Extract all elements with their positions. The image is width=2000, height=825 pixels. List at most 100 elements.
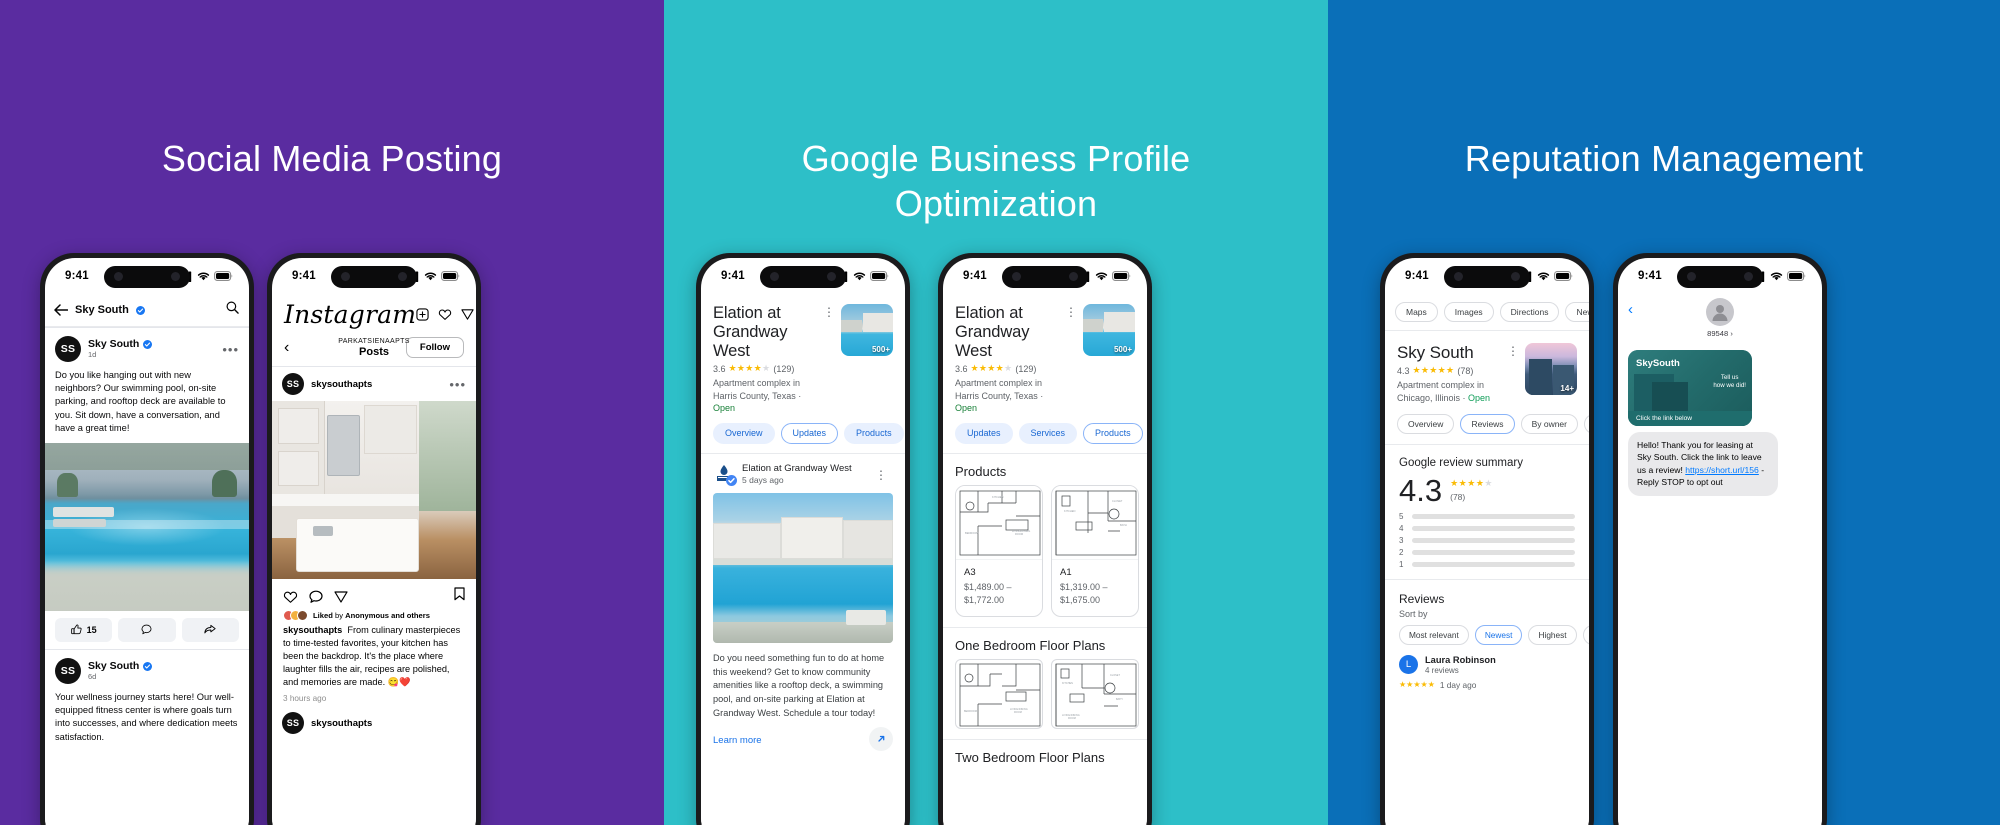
more-options-icon[interactable]: ⋮ [1059, 304, 1083, 414]
tab-reviews[interactable]: Reviews [1460, 413, 1515, 434]
sort-highest[interactable]: Highest [1528, 624, 1577, 645]
rating-row: 3.6 ★★★★★ (129) [713, 363, 817, 374]
svg-text:ROOM: ROOM [1015, 532, 1023, 536]
floor-plan-card[interactable]: KITCHEN CLOSET BATH LIVING/DINING ROOM [1051, 658, 1139, 729]
star-rating-icon: ★★★★★ [728, 363, 771, 374]
floor-plan-image: KITCHEN CLOSET BATH [1052, 485, 1138, 560]
product-card[interactable]: BEDROOM LIVING/DINING ROOM KITCHEN A3 $1,48… [955, 484, 1043, 617]
sms-review-link[interactable]: https://short.url/156 [1685, 465, 1759, 475]
sort-chips: Most relevant Newest Highest Lowest [1385, 624, 1589, 655]
reviewer-name[interactable]: Laura Robinson [1425, 655, 1496, 665]
bookmark-icon[interactable] [454, 587, 465, 601]
battery-icon [870, 271, 889, 281]
back-arrow-icon[interactable] [54, 304, 68, 316]
sms-contact-number[interactable]: 89548 › [1707, 329, 1733, 338]
chip-directions[interactable]: Directions [1499, 302, 1560, 322]
product-card[interactable]: KITCHEN CLOSET BATH A1 $1,319.00 – $1,675.… [1051, 484, 1139, 617]
contact-avatar-icon[interactable] [1706, 298, 1734, 326]
post-text: Do you like hanging out with new neighbo… [55, 370, 226, 433]
tab-services[interactable]: Services [1018, 422, 1078, 444]
heart-icon[interactable] [283, 590, 298, 604]
more-options-icon[interactable]: ••• [449, 377, 466, 392]
sort-most-relevant[interactable]: Most relevant [1399, 624, 1469, 645]
verified-badge-icon [143, 661, 153, 671]
post-photo-kitchen[interactable] [272, 401, 476, 579]
tab-products[interactable]: Products [1584, 413, 1589, 434]
star-rating-icon: ★★★★★ [970, 363, 1013, 374]
back-chevron-icon[interactable]: ‹ [284, 339, 289, 356]
more-options-icon[interactable]: ⋮ [869, 467, 893, 481]
products-carousel[interactable]: BEDROOM LIVING/DINING ROOM KITCHEN A3 $1,48… [943, 484, 1147, 627]
liked-by-name[interactable]: Anonymous [345, 611, 389, 620]
comment-icon[interactable] [309, 590, 323, 604]
tab-updates[interactable]: Updates [780, 422, 839, 444]
one-bedroom-carousel[interactable]: BEDROOM LIVING/DINING ROOM KITCHEN CLOSET BA… [943, 658, 1147, 739]
chip-news[interactable]: News [1565, 302, 1589, 322]
sort-newest[interactable]: Newest [1474, 624, 1523, 645]
post-author-name[interactable]: Sky South [88, 660, 139, 672]
sort-lowest[interactable]: Lowest [1582, 624, 1589, 645]
tab-updates[interactable]: Updates [955, 422, 1013, 444]
section-one-bedroom: One Bedroom Floor Plans [955, 637, 1106, 653]
share-button[interactable] [181, 617, 239, 642]
review-summary-score: 4.3 ★★★★★ (78) [1385, 475, 1589, 506]
share-button[interactable] [869, 726, 893, 751]
sms-rich-card[interactable]: SkySouth Tell us how we did! Click the l… [1628, 350, 1752, 426]
more-options-icon[interactable]: ⋮ [817, 304, 841, 414]
tab-products[interactable]: Products [844, 422, 904, 444]
post-account-handle[interactable]: skysouthapts [311, 379, 372, 390]
sms-card-subtitle: Click the link below [1628, 411, 1752, 426]
dynamic-island [760, 266, 846, 288]
direct-message-icon[interactable] [461, 308, 474, 321]
comment-icon [141, 625, 152, 635]
search-icon[interactable] [226, 301, 239, 314]
post-author-name[interactable]: Sky South [88, 338, 139, 350]
comment-button[interactable] [118, 617, 176, 642]
follow-button[interactable]: Follow [405, 337, 464, 358]
business-photo-thumbnail[interactable]: 500+ [841, 304, 893, 356]
rating-value: 3.6 [955, 363, 968, 374]
post-timestamp: 3 hours ago [283, 694, 327, 704]
chevron-right-icon: › [1730, 329, 1733, 338]
more-options-icon[interactable]: ⋮ [1501, 343, 1525, 404]
tab-products[interactable]: Products [1083, 422, 1143, 444]
business-photo-thumbnail[interactable]: 14+ [1525, 343, 1577, 395]
post-photo-pool[interactable] [45, 442, 249, 611]
like-icon [70, 624, 82, 635]
histogram-row-4: 4 [1399, 524, 1575, 533]
caption-handle[interactable]: skysouthapts [283, 625, 342, 635]
heart-icon[interactable] [438, 308, 452, 321]
histogram-label: 5 [1399, 511, 1404, 521]
business-photo-thumbnail[interactable]: 500+ [1083, 304, 1135, 356]
floor-plan-card[interactable]: BEDROOM LIVING/DINING ROOM [955, 658, 1043, 729]
share-icon[interactable] [334, 590, 348, 604]
reviews-heading: Reviews [1399, 591, 1445, 606]
status-time: 9:41 [1638, 270, 1662, 282]
tab-by-owner[interactable]: By owner [1520, 413, 1578, 434]
tab-overview[interactable]: Overview [1397, 413, 1455, 434]
like-button[interactable]: 15 [55, 617, 113, 642]
facebook-post: SS Sky South 1d ••• Do you like hanging … [45, 328, 249, 435]
marketing-banner: Social Media Posting 9:41 Sky South SS S… [0, 0, 2000, 825]
cta-line-1: Tell us [1720, 374, 1739, 381]
chip-images[interactable]: Images [1443, 302, 1494, 322]
reviewer-review-count: 4 reviews [1425, 665, 1459, 675]
products-heading: Products [955, 463, 1007, 479]
tab-overview[interactable]: Overview [713, 422, 775, 444]
post-account-handle[interactable]: skysouthapts [311, 718, 372, 729]
wifi-icon [853, 272, 866, 281]
learn-more-link[interactable]: Learn more [713, 735, 762, 746]
back-chevron-icon[interactable]: ‹ [1628, 302, 1633, 317]
update-photo-pool[interactable] [713, 492, 893, 643]
chip-maps[interactable]: Maps [1395, 302, 1438, 322]
dynamic-island [331, 266, 417, 288]
star-rating-icon: ★★★★★ [1450, 477, 1493, 488]
add-post-icon[interactable] [416, 308, 429, 321]
verified-badge-icon [726, 474, 737, 486]
wifi-icon [1770, 272, 1783, 281]
update-text: Do you need something fun to do at home … [713, 652, 885, 718]
business-name: Elation at Grandway West [713, 304, 788, 360]
more-options-icon[interactable]: ••• [222, 342, 239, 357]
avatar: SS [55, 657, 81, 684]
svg-text:BEDROOM: BEDROOM [965, 531, 978, 535]
